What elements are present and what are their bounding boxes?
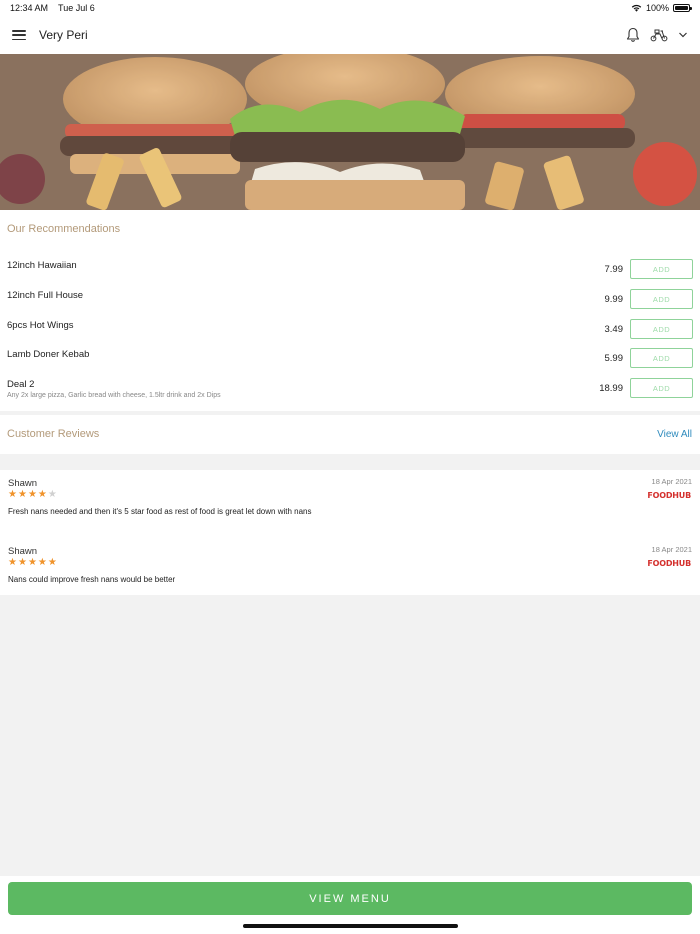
battery-icon — [673, 4, 692, 12]
star-rating: ★ ★ ★ ★ ★ — [8, 490, 57, 500]
item-name: 12inch Hawaiian — [7, 260, 77, 271]
star-filled-icon: ★ — [27, 557, 37, 568]
star-filled-icon: ★ — [47, 557, 57, 568]
recommendations-title: Our Recommendations — [7, 223, 121, 235]
star-filled-icon: ★ — [8, 557, 17, 568]
reviewer-name: Shawn — [8, 478, 38, 489]
view-all-link[interactable]: View All — [657, 429, 692, 440]
home-indicator — [243, 924, 458, 928]
recommendations-section: Our Recommendations 12inch Hawaiian 7.99… — [0, 210, 700, 411]
add-button[interactable]: ADD — [630, 289, 693, 309]
reviews-header: Customer Reviews View All — [0, 415, 700, 454]
item-description: Any 2x large pizza, Garlic bread with ch… — [7, 392, 221, 399]
hero-burger-image — [0, 54, 700, 210]
battery-percent: 100% — [645, 3, 669, 13]
review-date: 18 Apr 2021 — [651, 477, 692, 486]
reviewer-name: Shawn — [8, 546, 38, 557]
hamburger-menu-icon[interactable] — [12, 30, 26, 40]
item-name: Lamb Doner Kebab — [7, 349, 90, 360]
reviews-list: Shawn ★ ★ ★ ★ ★ Fresh nans needed and then i… — [0, 470, 700, 595]
foodhub-logo: FOODHUB — [647, 491, 691, 500]
review-text: Nans could improve fresh nans would be b… — [8, 575, 176, 584]
recommendation-item: 6pcs Hot Wings 3.49 ADD — [0, 319, 700, 350]
review-date: 18 Apr 2021 — [651, 545, 692, 554]
wifi-icon — [631, 4, 642, 12]
scooter-icon[interactable] — [650, 28, 668, 42]
star-filled-icon: ★ — [17, 489, 27, 500]
bottom-bar: VIEW MENU — [0, 876, 700, 934]
add-button[interactable]: ADD — [630, 378, 693, 398]
star-filled-icon: ★ — [37, 489, 47, 500]
item-price: 7.99 — [604, 264, 624, 275]
item-name: Deal 2 — [7, 379, 35, 390]
item-price: 18.99 — [599, 383, 623, 394]
star-filled-icon: ★ — [8, 489, 17, 500]
restaurant-title: Very Peri — [39, 28, 88, 42]
item-price: 3.49 — [604, 324, 624, 335]
app-header: Very Peri — [0, 16, 700, 54]
add-button[interactable]: ADD — [630, 259, 693, 279]
view-menu-button[interactable]: VIEW MENU — [8, 882, 692, 915]
review-text: Fresh nans needed and then it's 5 star f… — [8, 507, 312, 516]
status-time: 12:34 AM — [10, 3, 49, 13]
star-filled-icon: ★ — [17, 557, 27, 568]
star-empty-icon: ★ — [47, 489, 57, 500]
star-filled-icon: ★ — [27, 489, 37, 500]
review-item: Shawn ★ ★ ★ ★ ★ Fresh nans needed and then i… — [0, 470, 700, 530]
status-date: Tue Jul 6 — [58, 3, 95, 13]
chevron-down-icon[interactable] — [678, 31, 688, 39]
foodhub-logo: FOODHUB — [647, 559, 691, 568]
item-price: 5.99 — [604, 353, 624, 364]
star-rating: ★ ★ ★ ★ ★ — [8, 558, 57, 568]
bell-icon[interactable] — [626, 27, 640, 43]
item-price: 9.99 — [604, 294, 624, 305]
star-filled-icon: ★ — [37, 557, 47, 568]
add-button[interactable]: ADD — [630, 319, 693, 339]
recommendation-item: 12inch Full House 9.99 ADD — [0, 289, 700, 320]
recommendation-item: 12inch Hawaiian 7.99 ADD — [0, 259, 700, 290]
status-bar: 12:34 AM Tue Jul 6 100% — [0, 0, 700, 16]
add-button[interactable]: ADD — [630, 348, 693, 368]
reviews-title: Customer Reviews — [7, 428, 100, 440]
item-name: 6pcs Hot Wings — [7, 320, 74, 331]
item-name: 12inch Full House — [7, 290, 84, 301]
recommendation-item: Lamb Doner Kebab 5.99 ADD — [0, 348, 700, 379]
review-item: Shawn ★ ★ ★ ★ ★ Nans could improve fresh nan… — [0, 538, 700, 598]
recommendation-item: Deal 2 Any 2x large pizza, Garlic bread … — [0, 378, 700, 409]
